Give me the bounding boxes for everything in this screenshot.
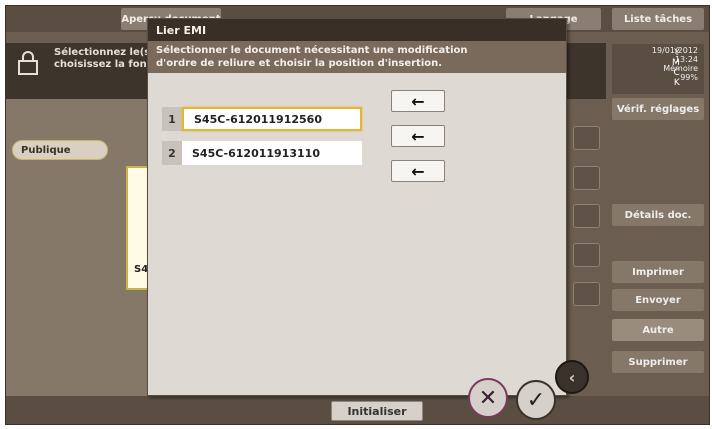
insert-position-2-button[interactable]: ← [391, 125, 445, 147]
initialize-button[interactable]: Initialiser [331, 401, 423, 421]
status-memory-label: Mémoire [663, 64, 698, 73]
left-arrow-icon: ← [411, 161, 425, 181]
print-button[interactable]: Imprimer [612, 261, 704, 283]
status-time: 13:24 [674, 55, 698, 64]
delete-button[interactable]: Supprimer [612, 351, 704, 373]
document-row[interactable]: 1 S45C-612011912560 [162, 107, 362, 131]
status-memory-value: 99% [680, 73, 698, 82]
toner-indicators: Y M C K [672, 48, 680, 88]
toner-c: C [673, 68, 680, 78]
toner-m: M [672, 58, 680, 68]
close-icon: ✕ [478, 385, 498, 411]
check-icon: ✓ [526, 387, 546, 413]
document-row-name: S45C-612011913110 [182, 141, 362, 165]
left-arrow-icon: ← [411, 126, 425, 146]
list-slot [573, 204, 600, 228]
ok-button[interactable]: ✓ [516, 380, 556, 420]
list-slot [573, 243, 600, 267]
document-row-name: S45C-612011912560 [182, 107, 362, 131]
back-arrow-icon: ‹ [568, 367, 576, 387]
list-slot [573, 126, 600, 150]
dialog-message-line-2: d'ordre de reliure et choisir la positio… [156, 58, 443, 69]
tab-public[interactable]: Publique [12, 140, 108, 160]
dialog-message-line-1: Sélectionner le document nécessitant une… [156, 45, 468, 56]
list-slot [573, 282, 600, 306]
document-details-button[interactable]: Détails doc. [612, 204, 704, 226]
document-row[interactable]: 2 S45C-612011913110 [162, 141, 362, 165]
document-row-index: 2 [162, 141, 182, 165]
insert-position-3-button[interactable]: ← [391, 160, 445, 182]
other-button[interactable]: Autre [612, 319, 704, 341]
dialog-title: Lier EMI [148, 19, 566, 41]
insert-position-1-button[interactable]: ← [391, 90, 445, 112]
status-panel: 19/01/2012 13:24 Mémoire 99% Y M C K [612, 44, 704, 94]
toner-y: Y [674, 48, 680, 58]
job-list-button[interactable]: Liste tâches [612, 8, 704, 30]
check-settings-button[interactable]: Vérif. réglages [612, 98, 704, 120]
toner-k: K [673, 78, 680, 88]
document-row-index: 1 [162, 107, 182, 131]
send-button[interactable]: Envoyer [612, 289, 704, 311]
status-date: 19/01/2012 [651, 46, 698, 55]
back-button[interactable]: ‹ [555, 360, 589, 394]
link-emi-dialog: Lier EMI Sélectionner le document nécess… [147, 18, 567, 396]
left-arrow-icon: ← [411, 91, 425, 111]
list-slot [573, 166, 600, 190]
dialog-message: Sélectionner le document nécessitant une… [148, 41, 566, 73]
lock-icon [18, 51, 38, 75]
cancel-button[interactable]: ✕ [468, 378, 508, 418]
